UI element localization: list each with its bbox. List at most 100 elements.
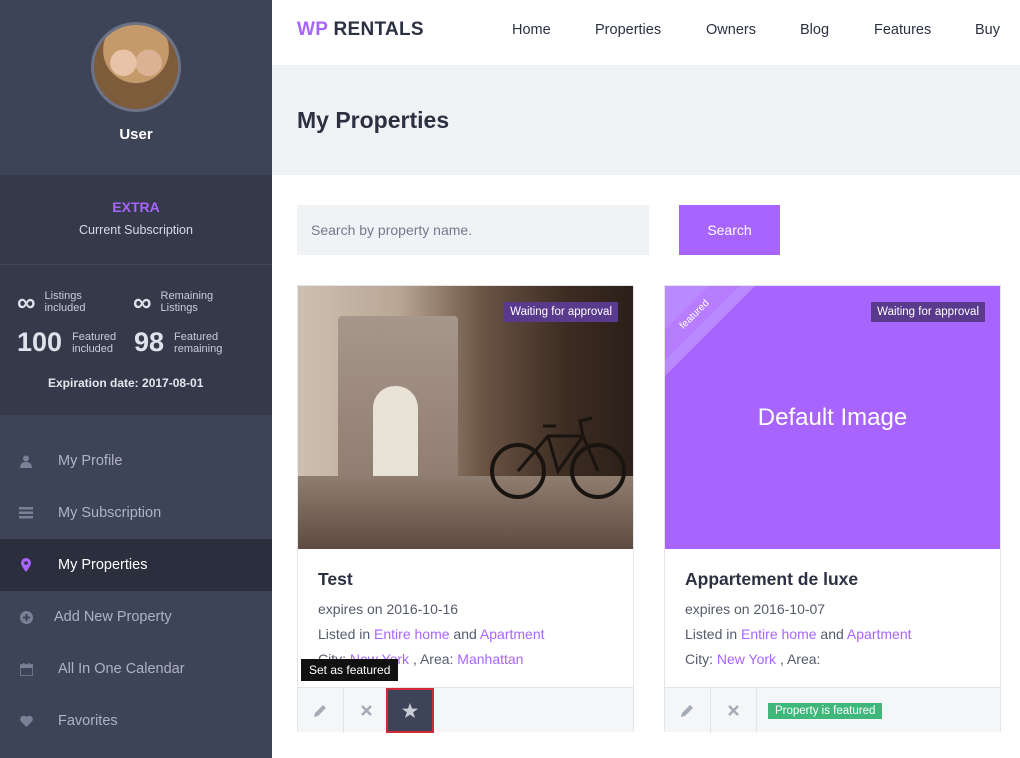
property-location: City: New York , Area: [685, 651, 820, 667]
subscription-panel: EXTRA Current Subscription ∞ Listings inc… [0, 175, 272, 415]
sidebar-item-label: All In One Calendar [58, 661, 185, 677]
delete-button[interactable] [344, 688, 390, 733]
status-badge: Waiting for approval [504, 302, 618, 322]
page-title-bar: My Properties [272, 65, 1020, 175]
card-actions: Property is featured [665, 687, 1000, 733]
type-link[interactable]: Apartment [847, 626, 912, 642]
pencil-icon [681, 705, 693, 717]
infinity-icon: ∞ [17, 287, 36, 317]
logo-rentals: RENTALS [333, 19, 424, 40]
page-title: My Properties [297, 107, 450, 133]
listed-prefix: Listed in [685, 626, 738, 642]
menu-item-features[interactable]: Features [874, 22, 931, 38]
close-icon [728, 705, 739, 716]
image-detail [373, 386, 418, 486]
star-icon [402, 703, 418, 718]
stat-listings-included: ∞ Listings included [17, 287, 86, 317]
type-link[interactable]: Apartment [480, 626, 545, 642]
property-expiration: expires on 2016-10-16 [318, 601, 459, 617]
property-image[interactable]: Waiting for approval [298, 286, 633, 549]
subscription-plan: EXTRA [112, 199, 160, 215]
stat-label: included [72, 342, 114, 355]
list-icon [18, 505, 34, 521]
stat-label: included [44, 302, 86, 314]
site-logo[interactable]: WP RENTALS [297, 19, 424, 41]
sidebar-item-favorites[interactable]: Favorites [0, 695, 272, 747]
and-text: and [820, 626, 844, 642]
menu-item-home[interactable]: Home [512, 22, 551, 38]
sidebar-item-label: My Properties [58, 557, 148, 573]
category-link[interactable]: Entire home [741, 626, 816, 642]
menu-item-properties[interactable]: Properties [595, 22, 661, 38]
user-icon [18, 453, 34, 469]
sidebar-item-label: Favorites [58, 713, 118, 729]
top-header: WP RENTALS Home Properties Owners Blog F… [272, 0, 1020, 65]
city-label: City: [685, 651, 713, 667]
close-icon [361, 705, 372, 716]
pencil-icon [314, 705, 326, 717]
property-listing-info: Listed in Entire home and Apartment [685, 626, 912, 642]
stat-label: Featured [174, 330, 219, 343]
sidebar-item-all-in-one-calendar[interactable]: All In One Calendar [0, 643, 272, 695]
sidebar-item-my-properties[interactable]: My Properties [0, 539, 272, 591]
menu-item-blog[interactable]: Blog [800, 22, 829, 38]
stat-value: 100 [17, 327, 63, 357]
sidebar-item-my-profile[interactable]: My Profile [0, 435, 272, 487]
featured-status-badge: Property is featured [768, 703, 883, 719]
sidebar: User EXTRA Current Subscription ∞ Listin… [0, 0, 272, 758]
stat-remaining-listings: ∞ Remaining Listings [133, 287, 214, 317]
city-link[interactable]: New York [717, 651, 776, 667]
search-button[interactable]: Search [679, 205, 780, 255]
sidebar-item-label: My Profile [58, 453, 123, 469]
profile-section: User [0, 0, 272, 175]
infinity-icon: ∞ [133, 287, 152, 317]
avatar[interactable] [91, 22, 181, 112]
bicycle-illustration [490, 416, 626, 499]
property-image[interactable]: featured Default Image Waiting for appro… [665, 286, 1000, 549]
area-label: , Area: [779, 651, 821, 667]
menu-item-buy[interactable]: Buy [975, 22, 1000, 38]
property-expiration: expires on 2016-10-07 [685, 601, 826, 617]
stat-label: Listings [44, 290, 82, 302]
sidebar-item-label: My Subscription [58, 505, 162, 521]
stat-label: Featured [72, 330, 117, 343]
stat-value: 98 [134, 327, 165, 357]
stat-label: Listings [160, 302, 198, 314]
expiration-date: Expiration date: 2017-08-01 [48, 376, 204, 390]
stat-label: remaining [174, 342, 223, 355]
sidebar-nav: My Profile My Subscription My Properties… [0, 435, 272, 747]
listed-prefix: Listed in [318, 626, 371, 642]
map-pin-icon [18, 557, 34, 573]
property-title[interactable]: Test [318, 569, 353, 590]
stat-label: Remaining [160, 290, 214, 302]
property-listing-info: Listed in Entire home and Apartment [318, 626, 545, 642]
delete-button[interactable] [711, 688, 757, 733]
area-label: , Area: [412, 651, 454, 667]
sidebar-item-label: Add New Property [54, 609, 172, 625]
plus-circle-icon [18, 609, 34, 625]
stat-featured-included: 100 Featured included [17, 327, 116, 358]
sidebar-item-my-subscription[interactable]: My Subscription [0, 487, 272, 539]
area-link[interactable]: Manhattan [457, 651, 523, 667]
sidebar-item-add-new-property[interactable]: Add New Property [0, 591, 272, 643]
edit-button[interactable] [298, 688, 344, 733]
and-text: and [453, 626, 477, 642]
default-image-text: Default Image [757, 404, 908, 431]
heart-icon [18, 713, 34, 729]
property-title[interactable]: Appartement de luxe [685, 569, 858, 590]
subscription-stats: ∞ Listings included ∞ Remaining Listings 1… [0, 265, 272, 415]
user-name: User [119, 126, 153, 143]
search-input[interactable] [297, 205, 649, 255]
subscription-label: Current Subscription [79, 223, 193, 237]
edit-button[interactable] [665, 688, 711, 733]
set-featured-tooltip: Set as featured [301, 659, 399, 681]
calendar-icon [18, 661, 34, 677]
status-badge: Waiting for approval [871, 302, 985, 322]
logo-wp: WP [297, 19, 328, 40]
property-card: featured Default Image Waiting for appro… [664, 285, 1001, 733]
category-link[interactable]: Entire home [374, 626, 449, 642]
menu-item-owners[interactable]: Owners [706, 22, 756, 38]
card-actions [298, 687, 633, 733]
stat-featured-remaining: 98 Featured remaining [134, 327, 222, 358]
set-featured-button[interactable] [386, 688, 434, 733]
